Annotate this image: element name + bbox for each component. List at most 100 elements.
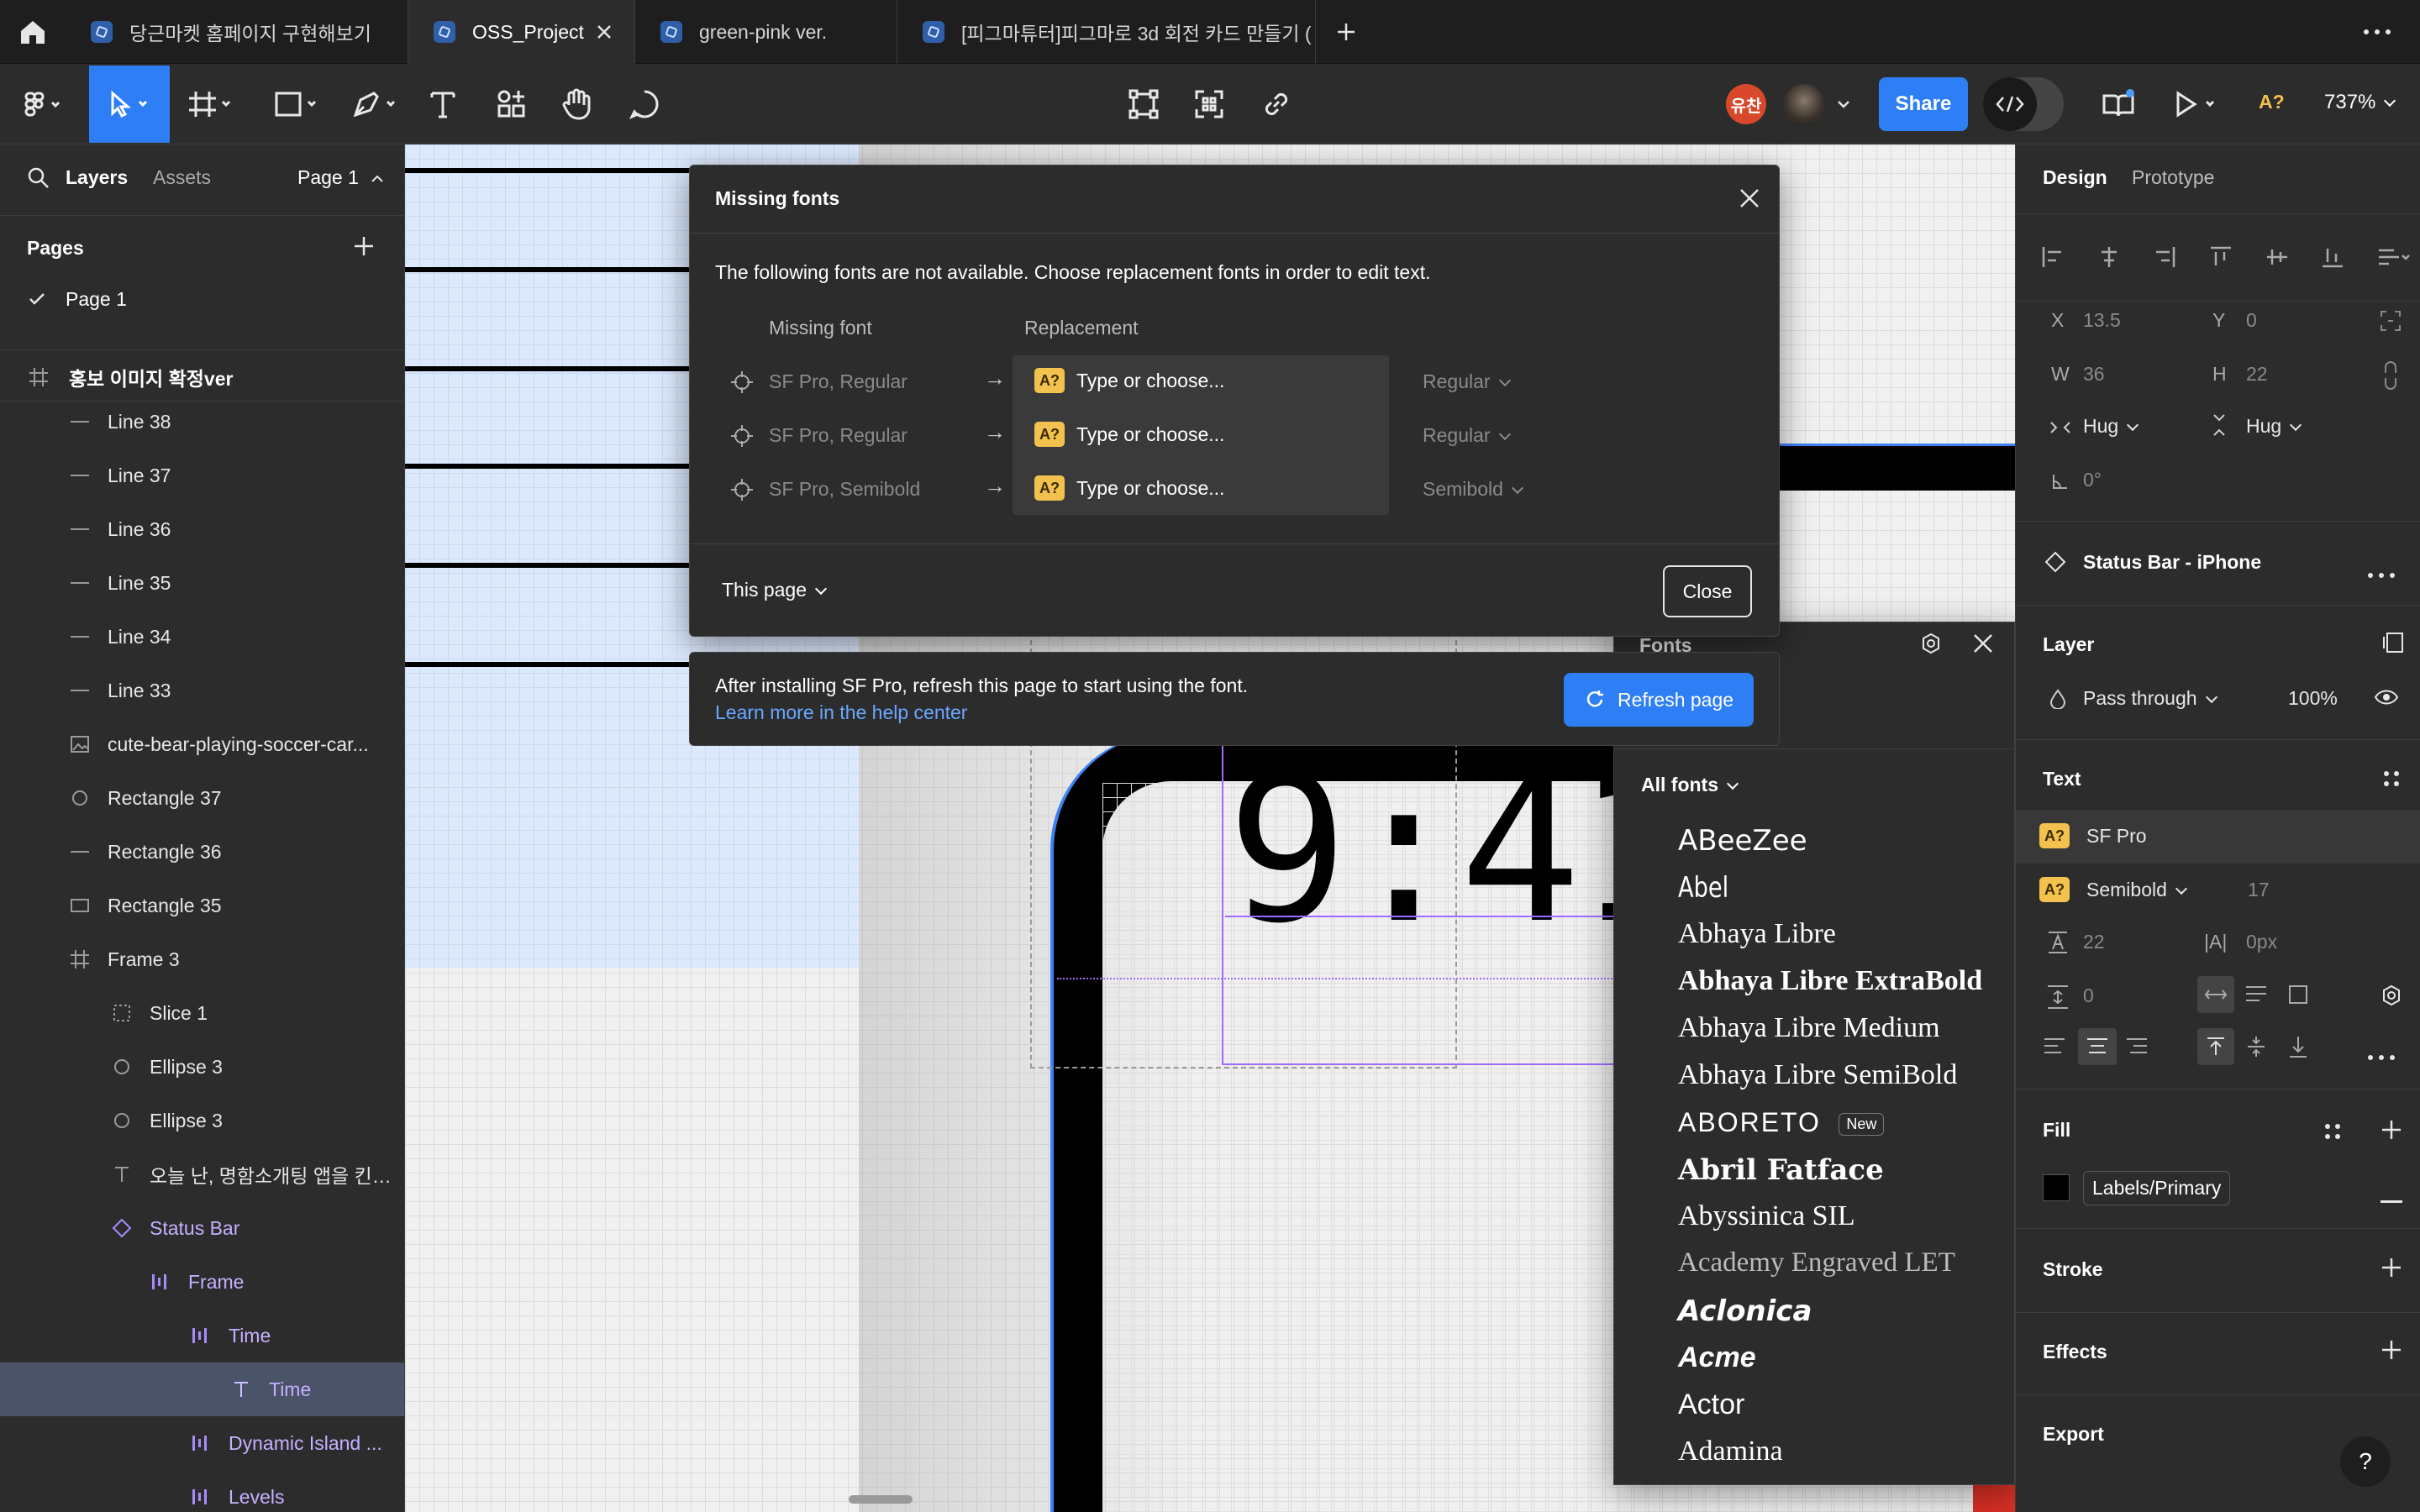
hand-tool-button[interactable] (556, 64, 598, 144)
fill-swatch[interactable] (2043, 1174, 2070, 1201)
font-option[interactable]: Abyssinica SIL (1678, 1200, 1855, 1232)
tab-layers[interactable]: Layers (66, 166, 128, 189)
font-option[interactable]: Adamina (1678, 1436, 1783, 1467)
font-family-field[interactable]: SF Pro (2086, 825, 2147, 848)
more-icon[interactable] (2363, 29, 2391, 35)
layer-row[interactable]: Ellipse 3 (0, 1040, 404, 1094)
font-family-row[interactable] (2016, 810, 2420, 864)
help-center-link[interactable]: Learn more in the help center (715, 701, 967, 724)
tab-4[interactable]: [피그마튜터]피그마로 3d 회전 카드 만들기 ( (897, 0, 1316, 64)
rotation-field[interactable]: 0° (2083, 469, 2102, 491)
layer-row[interactable]: cute-bear-playing-soccer-car... (0, 717, 404, 771)
shape-tool-button[interactable] (264, 64, 331, 144)
tab-3[interactable]: green-pink ver. (635, 0, 897, 64)
replacement-input[interactable]: A? Type or choose... (1034, 364, 1224, 397)
close-icon[interactable] (1739, 187, 1760, 209)
chevron-down-icon[interactable] (1837, 99, 1850, 109)
fill-style-chip[interactable]: Labels/Primary (2083, 1171, 2231, 1205)
tab-1[interactable]: 당근마켓 홈페이지 구현해보기 (66, 0, 408, 64)
layer-row[interactable]: Line 38 (0, 395, 404, 449)
align-bottom-icon[interactable] (2321, 245, 2344, 269)
layer-row[interactable]: Rectangle 36 (0, 825, 404, 879)
present-button[interactable] (2170, 64, 2223, 144)
type-settings-icon[interactable] (2381, 984, 2402, 1012)
layer-row[interactable]: Line 37 (0, 449, 404, 502)
comment-tool-button[interactable] (623, 64, 666, 144)
font-size-field[interactable]: 17 (2248, 879, 2270, 901)
help-button[interactable]: ? (2340, 1436, 2391, 1487)
text-align-center-icon[interactable] (2078, 1028, 2117, 1065)
font-option[interactable]: Actor (1678, 1389, 1744, 1421)
font-filter-dropdown[interactable]: All fonts (1641, 774, 1737, 796)
locate-icon[interactable] (730, 370, 754, 394)
y-field[interactable]: 0 (2246, 309, 2257, 332)
pen-tool-button[interactable] (343, 64, 410, 144)
crop-icon-button[interactable] (1123, 64, 1165, 144)
font-option[interactable]: Aclonica (1678, 1294, 1812, 1328)
layer-row[interactable]: 오늘 난, 명함소개팅 앱을 킨다. (0, 1147, 404, 1201)
align-center-v-icon[interactable] (2265, 245, 2289, 269)
blend-mode-dropdown[interactable]: Pass through (2083, 687, 2216, 710)
font-option[interactable]: Abril Fatface (1678, 1153, 1884, 1187)
layer-row[interactable]: Time (0, 1309, 404, 1362)
layer-row[interactable]: Line 34 (0, 610, 404, 664)
add-page-icon[interactable] (353, 235, 375, 257)
constraints-icon[interactable] (2379, 309, 2402, 339)
add-stroke-icon[interactable] (2381, 1257, 2402, 1284)
layer-row[interactable]: Frame (0, 1255, 404, 1309)
fixed-size-icon[interactable] (2288, 984, 2308, 1011)
auto-width-toggle[interactable] (2197, 976, 2234, 1013)
tab-design[interactable]: Design (2043, 166, 2107, 189)
new-tab-icon[interactable] (1336, 22, 1356, 42)
line-height-field[interactable]: 22 (2083, 931, 2105, 953)
user-badge[interactable]: 유찬 (1726, 84, 1766, 124)
layer-row[interactable]: Frame 3 (0, 932, 404, 986)
layer-row[interactable]: Time (0, 1362, 404, 1416)
font-option[interactable]: Abhaya Libre Medium (1678, 1012, 1940, 1044)
tab-assets[interactable]: Assets (153, 166, 211, 189)
component-name[interactable]: Status Bar - iPhone (2083, 551, 2261, 574)
refresh-page-button[interactable]: Refresh page (1564, 673, 1754, 727)
search-icon[interactable] (27, 166, 50, 190)
vertical-align-middle-icon[interactable] (2246, 1035, 2266, 1064)
font-option[interactable]: ABeeZee (1678, 824, 1807, 858)
remove-fill-icon[interactable] (2381, 1186, 2402, 1210)
layer-row[interactable]: Rectangle 35 (0, 879, 404, 932)
zoom-dropdown[interactable]: 737% (2324, 91, 2394, 114)
opacity-field[interactable]: 100% (2288, 687, 2338, 710)
text-align-left-icon[interactable] (2043, 1037, 2066, 1063)
close-tab-icon[interactable] (596, 24, 613, 40)
replacement-input[interactable]: A? Type or choose... (1034, 417, 1224, 451)
link-icon-button[interactable] (1255, 64, 1297, 144)
paragraph-spacing-field[interactable]: 0 (2083, 984, 2094, 1007)
page-selector[interactable]: Page 1 (297, 166, 384, 189)
x-field[interactable]: 13.5 (2083, 309, 2121, 332)
close-icon[interactable] (1972, 633, 1994, 654)
font-option[interactable]: Acme (1678, 1341, 1756, 1374)
vertical-align-bottom-icon[interactable] (2288, 1035, 2308, 1064)
font-style-dropdown[interactable]: Regular (1423, 370, 1509, 393)
library-icon-button[interactable] (2097, 64, 2139, 144)
vertical-align-top-icon[interactable] (2197, 1028, 2234, 1065)
more-options-icon[interactable] (2367, 561, 2396, 585)
layer-row[interactable]: Levels (0, 1470, 404, 1512)
tab-prototype[interactable]: Prototype (2132, 166, 2214, 189)
font-option[interactable]: ABORETO New (1678, 1106, 1885, 1139)
layer-mode-icon[interactable] (2381, 632, 2406, 659)
font-option[interactable]: Abel (1678, 871, 1728, 905)
letter-spacing-field[interactable]: 0px (2246, 931, 2277, 953)
h-field[interactable]: 22 (2246, 363, 2268, 386)
hug-width-dropdown[interactable]: Hug (2083, 415, 2137, 438)
add-effect-icon[interactable] (2381, 1339, 2402, 1367)
page-item-1[interactable]: Page 1 (0, 272, 404, 326)
layer-row[interactable]: Line 33 (0, 664, 404, 717)
auto-height-icon[interactable] (2244, 984, 2268, 1009)
replacement-input[interactable]: A? Type or choose... (1034, 471, 1224, 505)
text-styles-icon[interactable] (2382, 769, 2401, 794)
scope-dropdown[interactable]: This page (722, 579, 825, 601)
locate-icon[interactable] (730, 424, 754, 448)
add-fill-icon[interactable] (2381, 1119, 2402, 1147)
align-left-icon[interactable] (2041, 245, 2065, 269)
font-weight-dropdown[interactable]: Semibold (2086, 879, 2186, 901)
font-option[interactable]: Academy Engraved LET (1678, 1247, 1955, 1278)
